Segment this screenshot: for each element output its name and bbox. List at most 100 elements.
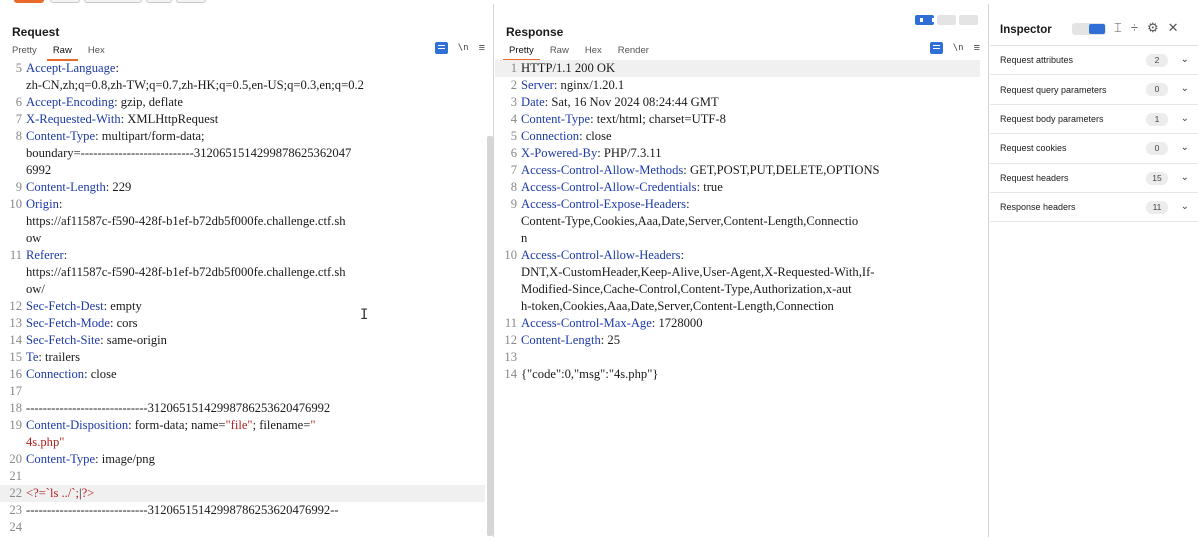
text-segment: Content-Type,Cookies,Aaa,Date,Server,Con… — [521, 214, 859, 228]
line-number: 4 — [510, 112, 517, 126]
toolbar-button[interactable] — [176, 0, 206, 3]
layout-tabs-icon[interactable] — [959, 15, 978, 25]
chevron-down-icon[interactable]: ⌄ — [1181, 54, 1189, 65]
editor-line: 6 Accept-Encoding: gzip, deflate — [0, 94, 485, 111]
editor-line: 17​ — [0, 383, 485, 400]
line-number: 6 — [15, 95, 22, 109]
tab-pretty[interactable]: Pretty — [12, 45, 37, 58]
gear-icon[interactable]: ⚙ — [1147, 20, 1159, 36]
header-name: Origin — [26, 197, 59, 211]
tab-render[interactable]: Render — [618, 45, 649, 58]
inspector-section-request-query-parameters[interactable]: Request query parameters 0 ⌄ — [990, 75, 1198, 105]
count-badge: 11 — [1146, 200, 1168, 214]
tab-hex[interactable]: Hex — [88, 45, 105, 58]
inspector-section-request-headers[interactable]: Request headers 15 ⌄ — [990, 164, 1198, 193]
align-icon[interactable]: ⌶ — [1114, 20, 1122, 36]
inspector-section-response-headers[interactable]: Response headers 11 ⌄ — [990, 193, 1198, 223]
chevron-down-icon[interactable]: ⌄ — [1181, 172, 1189, 183]
text-segment: : Sat, 16 Nov 2024 08:24:44 GMT — [544, 95, 719, 109]
editor-line: 4s.php" — [0, 434, 485, 451]
word-wrap-icon[interactable] — [434, 42, 448, 54]
text-segment: : gzip, deflate — [114, 95, 184, 109]
request-title: Request — [12, 25, 60, 39]
line-number: 3 — [510, 95, 517, 109]
editor-line: 13 Sec-Fetch-Mode: cors — [0, 315, 485, 332]
header-name: Content-Length — [521, 333, 601, 347]
response-editor[interactable]: 1 HTTP/1.1 200 OK 2 Server: nginx/1.20.1 3 Da… — [495, 60, 980, 537]
request-scrollbar[interactable] — [487, 136, 493, 536]
editor-line: ow/ — [0, 281, 485, 298]
line-number: 9 — [510, 197, 517, 211]
text-segment: : — [686, 197, 690, 211]
inspector-section-label: Request body parameters — [1000, 113, 1104, 124]
editor-line: n — [495, 230, 980, 247]
text-segment: : — [680, 248, 684, 262]
split-icon[interactable]: ÷ — [1131, 20, 1138, 36]
menu-icon[interactable]: ≡ — [974, 42, 980, 54]
inspector-layout-toggle[interactable] — [1072, 23, 1106, 35]
editor-line: 7 X-Requested-With: XMLHttpRequest — [0, 111, 485, 128]
editor-line: 8 Access-Control-Allow-Credentials: true — [495, 179, 980, 196]
layout-toggle[interactable] — [915, 15, 978, 25]
text-segment: : same-origin — [100, 333, 167, 347]
editor-line: 24​ — [0, 519, 485, 536]
inspector-panel: Inspector ⌶ ÷ ⚙ ✕ Request attributes 2 ⌄ Re… — [990, 4, 1198, 537]
header-name: Accept-Language — [26, 61, 116, 75]
text-segment: : text/html; charset=UTF-8 — [590, 112, 726, 126]
response-editor-tools: \n ≡ — [929, 42, 980, 54]
request-editor[interactable]: 5 Accept-Language: zh-CN,zh;q=0.8,zh-TW;q=… — [0, 60, 485, 537]
editor-line: 20 Content-Type: image/png — [0, 451, 485, 468]
text-segment: HTTP/1.1 200 OK — [521, 61, 616, 75]
inspector-title: Inspector — [1000, 24, 1052, 36]
tab-hex[interactable]: Hex — [585, 45, 602, 58]
text-segment: ; filename= — [252, 418, 311, 432]
toolbar-button[interactable] — [84, 0, 142, 3]
editor-line: 14 Sec-Fetch-Site: same-origin — [0, 332, 485, 349]
chevron-down-icon[interactable]: ⌄ — [1181, 201, 1189, 212]
tab-raw[interactable]: Raw — [550, 45, 569, 58]
text-segment: {"code":0,"msg":"4s.php"} — [521, 367, 659, 381]
text-segment: 6992 — [26, 163, 52, 177]
close-icon[interactable]: ✕ — [1168, 20, 1179, 36]
editor-line: 7 Access-Control-Allow-Methods: GET,POST,… — [495, 162, 980, 179]
send-button[interactable] — [14, 0, 44, 3]
menu-icon[interactable]: ≡ — [479, 42, 485, 54]
chevron-down-icon[interactable]: ⌄ — [1181, 83, 1189, 94]
toolbar-button[interactable] — [146, 0, 172, 3]
inspector-section-request-cookies[interactable]: Request cookies 0 ⌄ — [990, 134, 1198, 164]
editor-line: 4 Content-Type: text/html; charset=UTF-8 — [495, 111, 980, 128]
count-badge: 0 — [1146, 142, 1168, 156]
chevron-down-icon[interactable]: ⌄ — [1181, 142, 1189, 153]
line-number: 20 — [9, 452, 22, 466]
tab-raw[interactable]: Raw — [46, 45, 78, 61]
text-segment: : 229 — [105, 180, 132, 194]
newline-icon[interactable]: \n — [458, 43, 469, 53]
toolbar-button[interactable] — [50, 0, 80, 3]
response-tabs: Pretty Raw Hex Render — [503, 45, 665, 61]
inspector-section-request-body-parameters[interactable]: Request body parameters 1 ⌄ — [990, 105, 1198, 135]
header-name: X-Requested-With — [26, 112, 121, 126]
chevron-down-icon[interactable]: ⌄ — [1181, 113, 1189, 124]
count-badge: 15 — [1146, 171, 1168, 185]
text-segment: : GET,POST,PUT,DELETE,OPTIONS — [683, 163, 880, 177]
editor-line: 9 Access-Control-Expose-Headers: — [495, 196, 980, 213]
newline-icon[interactable]: \n — [953, 43, 964, 53]
layout-side-by-side-icon[interactable] — [915, 15, 935, 25]
inspector-header: Inspector ⌶ ÷ ⚙ ✕ — [990, 8, 1198, 46]
word-wrap-icon[interactable] — [929, 42, 943, 54]
line-number: 12 — [504, 333, 517, 347]
inspector-sections: Request attributes 2 ⌄ Request query parame… — [990, 46, 1198, 223]
line-number: 2 — [510, 78, 517, 92]
line-number: 11 — [9, 248, 22, 262]
line-number: 5 — [510, 129, 517, 143]
header-name: Server — [521, 78, 554, 92]
text-segment: : empty — [103, 299, 142, 313]
layout-horizontal-icon[interactable] — [937, 15, 956, 25]
editor-line: 12 Content-Length: 25 — [495, 332, 980, 349]
response-pane: Response Pretty Raw Hex Render \n ≡ 1 HTTP/1… — [495, 4, 989, 537]
editor-line: 23 -----------------------------312065151… — [0, 502, 485, 519]
tab-pretty[interactable]: Pretty — [503, 45, 540, 61]
header-name: Access-Control-Allow-Methods — [521, 163, 684, 177]
inspector-section-request-attributes[interactable]: Request attributes 2 ⌄ — [990, 46, 1198, 76]
line-number: 21 — [9, 469, 22, 483]
